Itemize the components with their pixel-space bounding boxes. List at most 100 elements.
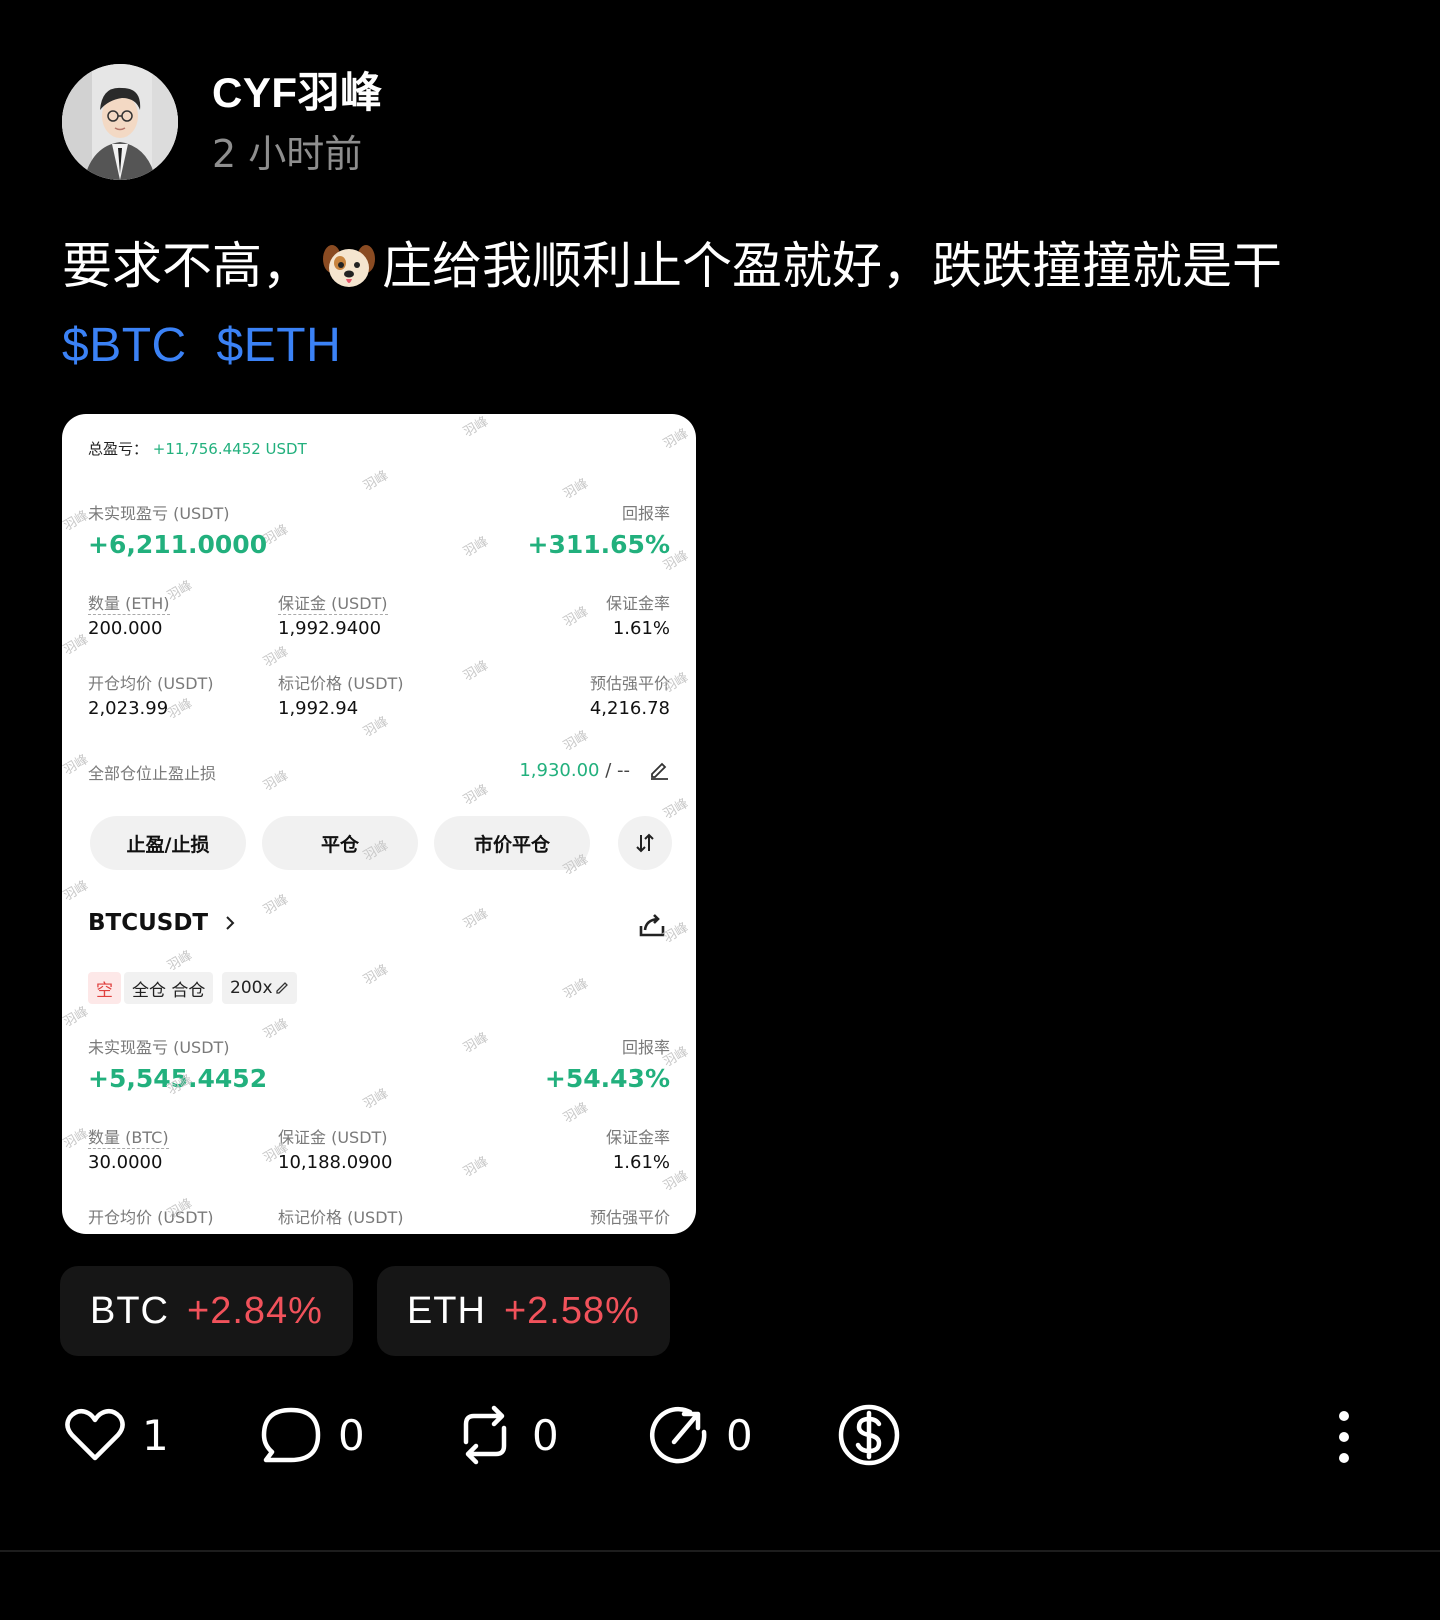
tpsl-all-value: 1,930.00 / -- xyxy=(519,760,630,781)
watermark: 羽峰 xyxy=(560,476,592,503)
avatar[interactable] xyxy=(62,64,178,180)
repost-count: 0 xyxy=(532,1410,559,1460)
btc-pair-label: BTCUSDT xyxy=(88,910,209,936)
market-close-button[interactable]: 市价平仓 xyxy=(434,816,590,870)
btc-entry-label: 开仓均价 (USDT) xyxy=(88,1208,214,1227)
watermark: 羽峰 xyxy=(460,414,492,441)
post-divider xyxy=(0,1550,1440,1552)
tpsl-button[interactable]: 止盈/止损 xyxy=(90,816,246,870)
like-button[interactable]: 1 xyxy=(62,1402,169,1468)
tpsl-separator: / xyxy=(599,760,617,781)
attached-position-screenshot[interactable]: 总盈亏： +11,756.4452 USDT 未实现盈亏 (USDT) 回报率 … xyxy=(62,414,696,1234)
comment-bubble-icon xyxy=(261,1407,321,1463)
watermark: 羽峰 xyxy=(360,468,392,495)
watermark: 羽峰 xyxy=(62,632,92,659)
eth-mark-value: 1,992.94 xyxy=(278,698,359,719)
dog-face-icon xyxy=(320,237,378,295)
more-options-icon[interactable] xyxy=(1338,1410,1350,1464)
total-pnl-value: +11,756.4452 USDT xyxy=(152,440,307,458)
watermark: 羽峰 xyxy=(62,1004,92,1031)
eth-qty-value: 200.000 xyxy=(88,618,163,639)
watermark: 羽峰 xyxy=(260,892,292,919)
share-icon[interactable] xyxy=(636,908,668,940)
watermark: 羽峰 xyxy=(560,604,592,631)
eth-margin-rate-value: 1.61% xyxy=(612,618,670,639)
post-tags: $BTC $ETH xyxy=(62,318,357,373)
watermark: 羽峰 xyxy=(260,768,292,795)
tp-value: 1,930.00 xyxy=(519,760,600,781)
margin-mode-badge: 全仓 合仓 xyxy=(124,972,214,1004)
eth-roi-value: +311.65% xyxy=(527,530,670,559)
tag-btc[interactable]: $BTC xyxy=(62,319,187,372)
watermark: 羽峰 xyxy=(460,1030,492,1057)
watermark: 羽峰 xyxy=(360,1086,392,1113)
dollar-icon xyxy=(838,1404,900,1466)
side-badge: 空 xyxy=(88,972,121,1004)
eth-entry-label: 开仓均价 (USDT) xyxy=(88,674,214,693)
watermark: 羽峰 xyxy=(460,534,492,561)
tag-eth[interactable]: $ETH xyxy=(217,319,342,372)
btc-mark-label: 标记价格 (USDT) xyxy=(278,1208,404,1227)
eth-unrealized-label: 未实现盈亏 (USDT) xyxy=(88,504,230,523)
ticker-change: +2.84% xyxy=(187,1289,323,1332)
eth-margin-value: 1,992.9400 xyxy=(278,618,382,639)
watermark: 羽峰 xyxy=(62,878,92,905)
ticker-btc[interactable]: BTC +2.84% xyxy=(60,1266,353,1356)
edit-icon[interactable] xyxy=(648,758,670,780)
watermark: 羽峰 xyxy=(560,728,592,755)
btc-pair[interactable]: BTCUSDT xyxy=(88,910,240,936)
ticker-chips: BTC +2.84% ETH +2.58% xyxy=(60,1266,670,1356)
btc-unrealized-label: 未实现盈亏 (USDT) xyxy=(88,1038,230,1057)
eth-liq-value: 4,216.78 xyxy=(589,698,670,719)
btc-margin-label: 保证金 (USDT) xyxy=(278,1128,388,1147)
watermark: 羽峰 xyxy=(360,714,392,741)
action-bar: 1 0 0 0 xyxy=(62,1402,1382,1472)
watermark: 羽峰 xyxy=(460,1154,492,1181)
btc-qty-label: 数量 (BTC) xyxy=(88,1124,169,1149)
close-position-button[interactable]: 平仓 xyxy=(262,816,418,870)
repost-icon xyxy=(463,1405,507,1465)
eth-margin-rate-label: 保证金率 xyxy=(605,594,670,613)
reverse-position-button[interactable] xyxy=(618,816,672,870)
btc-liq-label: 预估强平价 xyxy=(589,1208,670,1227)
leverage-badge[interactable]: 200x xyxy=(222,972,297,1004)
eth-liq-label: 预估强平价 xyxy=(589,674,670,693)
total-pnl: 总盈亏： +11,756.4452 USDT xyxy=(88,438,307,459)
like-count: 1 xyxy=(142,1410,169,1460)
post-text-part-1: 要求不高， xyxy=(62,237,312,295)
eth-qty-label: 数量 (ETH) xyxy=(88,590,170,615)
total-pnl-label: 总盈亏： xyxy=(88,440,149,458)
comment-button[interactable]: 0 xyxy=(258,1402,365,1468)
watermark: 羽峰 xyxy=(62,1126,92,1153)
post-timestamp: 2 小时前 xyxy=(212,132,363,176)
author-name[interactable]: CYF羽峰 xyxy=(212,65,383,121)
watermark: 羽峰 xyxy=(460,782,492,809)
eth-roi-label: 回报率 xyxy=(621,504,670,523)
share-button[interactable]: 0 xyxy=(646,1402,753,1468)
repost-button[interactable]: 0 xyxy=(452,1402,559,1468)
tip-button[interactable] xyxy=(836,1402,902,1468)
btc-qty-value: 30.0000 xyxy=(88,1152,163,1173)
eth-entry-value: 2,023.99 xyxy=(88,698,169,719)
watermark: 羽峰 xyxy=(62,508,92,535)
btc-roi-value: +54.43% xyxy=(544,1064,670,1093)
leverage-value: 200x xyxy=(230,978,273,998)
ticker-change: +2.58% xyxy=(503,1289,640,1332)
edit-icon xyxy=(275,982,288,994)
sl-value: -- xyxy=(617,760,630,781)
watermark: 羽峰 xyxy=(560,1100,592,1127)
watermark: 羽峰 xyxy=(560,976,592,1003)
share-arrow-icon xyxy=(649,1406,707,1464)
watermark: 羽峰 xyxy=(660,796,692,823)
btc-roi-label: 回报率 xyxy=(621,1038,670,1057)
watermark: 羽峰 xyxy=(660,426,692,453)
avatar-portrait-icon xyxy=(62,64,178,180)
btc-margin-rate-label: 保证金率 xyxy=(605,1128,670,1147)
tpsl-all-label: 全部仓位止盈止损 xyxy=(88,764,217,783)
eth-margin-label: 保证金 (USDT) xyxy=(278,590,388,615)
ticker-eth[interactable]: ETH +2.58% xyxy=(376,1266,670,1356)
post-text-part-2: 庄给我顺利止个盈就好，跌跌撞撞就是干 xyxy=(382,237,1282,295)
watermark: 羽峰 xyxy=(460,658,492,685)
btc-margin-rate-value: 1.61% xyxy=(612,1152,670,1173)
watermark: 羽峰 xyxy=(360,962,392,989)
